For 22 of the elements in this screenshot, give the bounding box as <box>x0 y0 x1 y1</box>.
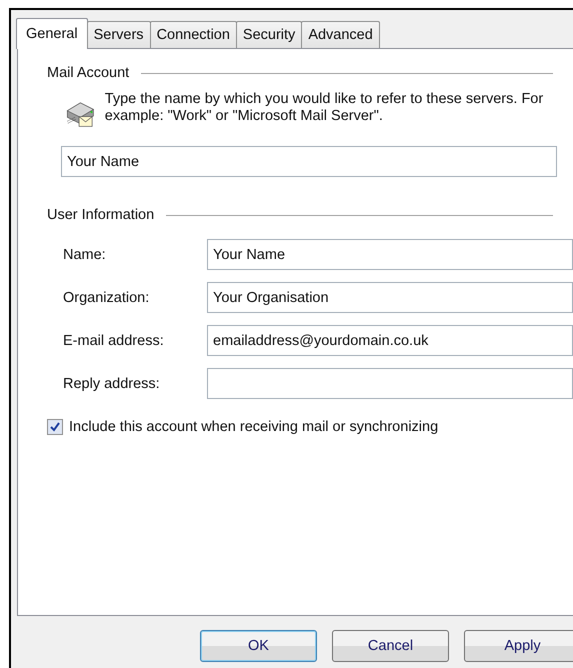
checkbox[interactable] <box>47 419 63 435</box>
field-label: Organization: <box>62 290 150 306</box>
checkbox-label: Include this account when receiving mail or synchronizing <box>69 419 438 435</box>
field-label: E-mail address: <box>62 332 165 348</box>
dialog-button[interactable]: Apply <box>464 630 573 662</box>
input-field[interactable] <box>207 368 573 399</box>
tab[interactable]: Security <box>236 21 302 48</box>
section-title: Mail Account <box>47 65 130 81</box>
input-field[interactable]: Your Name <box>207 239 573 270</box>
tab[interactable]: Connection <box>150 21 237 48</box>
field-label: Reply address: <box>62 376 161 392</box>
section-title: User Information <box>47 207 154 223</box>
input-field[interactable]: emailaddress@yourdomain.co.uk <box>207 325 573 356</box>
dialog-button[interactable]: OK <box>200 630 317 662</box>
account-name-field[interactable]: Your Name <box>61 146 557 177</box>
dialog-button[interactable]: Cancel <box>332 630 449 662</box>
tab[interactable]: Servers <box>86 21 151 48</box>
description-text: Type the name by which you would like to refer to these servers. For example: "Work" or "Microsoft Mail Server". <box>104 91 544 126</box>
field-label: Name: <box>62 246 107 262</box>
tab[interactable]: Advanced <box>301 21 380 48</box>
tab[interactable]: General <box>16 18 88 49</box>
input-field[interactable]: Your Organisation <box>207 282 573 313</box>
